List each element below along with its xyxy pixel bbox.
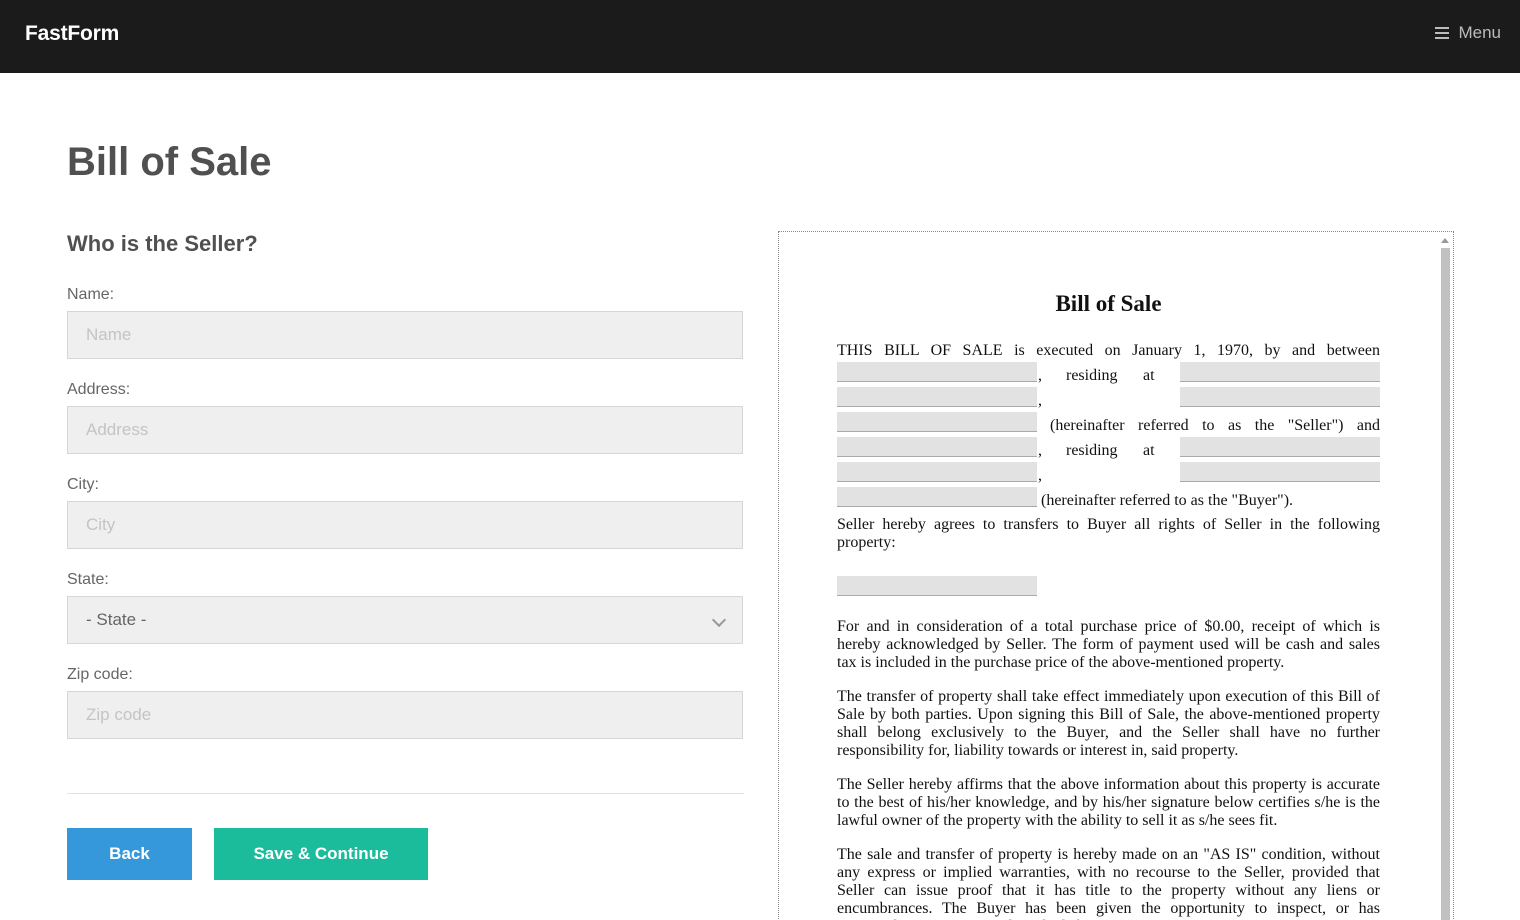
seller-address-blank	[1180, 362, 1380, 382]
buyer-name-blank	[837, 437, 1037, 457]
parties-block: THIS BILL OF SALE is executed on January…	[837, 342, 1380, 509]
at-text: at	[1143, 442, 1155, 459]
zip-label: Zip code:	[67, 666, 133, 683]
document-body: Bill of Sale THIS BILL OF SALE is execut…	[837, 287, 1380, 920]
scrollbar-thumb[interactable]	[1441, 248, 1450, 920]
property-intro: Seller hereby agrees to transfers to Buy…	[837, 516, 1380, 551]
seller-zip-blank	[837, 412, 1037, 432]
doc-paragraph: The sale and transfer of property is her…	[837, 846, 1380, 920]
seller-state-blank	[1180, 387, 1380, 407]
page-title: Bill of Sale	[67, 140, 272, 184]
comma-text: ,	[1038, 392, 1042, 409]
comma-text: ,	[1038, 442, 1042, 459]
document-title: Bill of Sale	[1055, 291, 1162, 316]
property-description-blank	[837, 576, 1037, 596]
buyer-address-blank	[1180, 437, 1380, 457]
document-preview[interactable]: Bill of Sale THIS BILL OF SALE is execut…	[778, 231, 1454, 920]
address-field-group: Address:	[67, 381, 743, 454]
menu-label: Menu	[1458, 23, 1501, 42]
residing-text: residing	[1066, 442, 1118, 459]
doc-paragraph: The Seller hereby affirms that the above…	[837, 776, 1380, 829]
state-label: State:	[67, 571, 109, 588]
comma-text: ,	[1038, 367, 1042, 384]
brand-logo[interactable]: FastForm	[25, 22, 119, 46]
comma-text: ,	[1038, 467, 1042, 484]
hamburger-icon	[1435, 27, 1450, 39]
name-field-group: Name:	[67, 286, 743, 359]
seller-phrase: (hereinafter referred to as the "Seller"…	[1050, 417, 1380, 434]
chevron-down-icon	[711, 612, 727, 628]
form-divider	[67, 793, 744, 794]
name-label: Name:	[67, 286, 115, 303]
residing-text: residing	[1066, 367, 1118, 384]
state-selected-value: - State -	[86, 610, 147, 629]
doc-paragraph: The transfer of property shall take effe…	[837, 688, 1380, 759]
buyer-state-blank	[1180, 462, 1380, 482]
buyer-city-blank	[837, 462, 1037, 482]
city-label: City:	[67, 476, 99, 493]
state-field-group: State: - State -	[67, 571, 743, 644]
at-text: at	[1143, 367, 1155, 384]
zip-field-group: Zip code:	[67, 666, 743, 739]
buyer-zip-blank	[837, 487, 1037, 507]
seller-city-blank	[837, 387, 1037, 407]
address-input[interactable]	[67, 406, 743, 454]
menu-button[interactable]: Menu	[1435, 23, 1501, 43]
seller-name-blank	[837, 362, 1037, 382]
back-button[interactable]: Back	[67, 828, 192, 880]
address-label: Address:	[67, 381, 131, 398]
intro-line: THIS BILL OF SALE is executed on January…	[837, 342, 1380, 359]
top-navbar: FastForm Menu	[0, 0, 1520, 73]
name-input[interactable]	[67, 311, 743, 359]
city-field-group: City:	[67, 476, 743, 549]
state-select[interactable]: - State -	[67, 596, 743, 644]
buyer-phrase: (hereinafter referred to as the "Buyer")…	[1041, 492, 1294, 509]
zip-input[interactable]	[67, 691, 743, 739]
save-continue-button[interactable]: Save & Continue	[214, 828, 428, 880]
section-title: Who is the Seller?	[67, 231, 258, 256]
scroll-up-arrow-icon[interactable]	[1441, 238, 1449, 243]
property-blank-row	[837, 576, 1380, 598]
scrollbar[interactable]	[1440, 234, 1450, 920]
doc-paragraph: For and in consideration of a total purc…	[837, 618, 1380, 671]
city-input[interactable]	[67, 501, 743, 549]
